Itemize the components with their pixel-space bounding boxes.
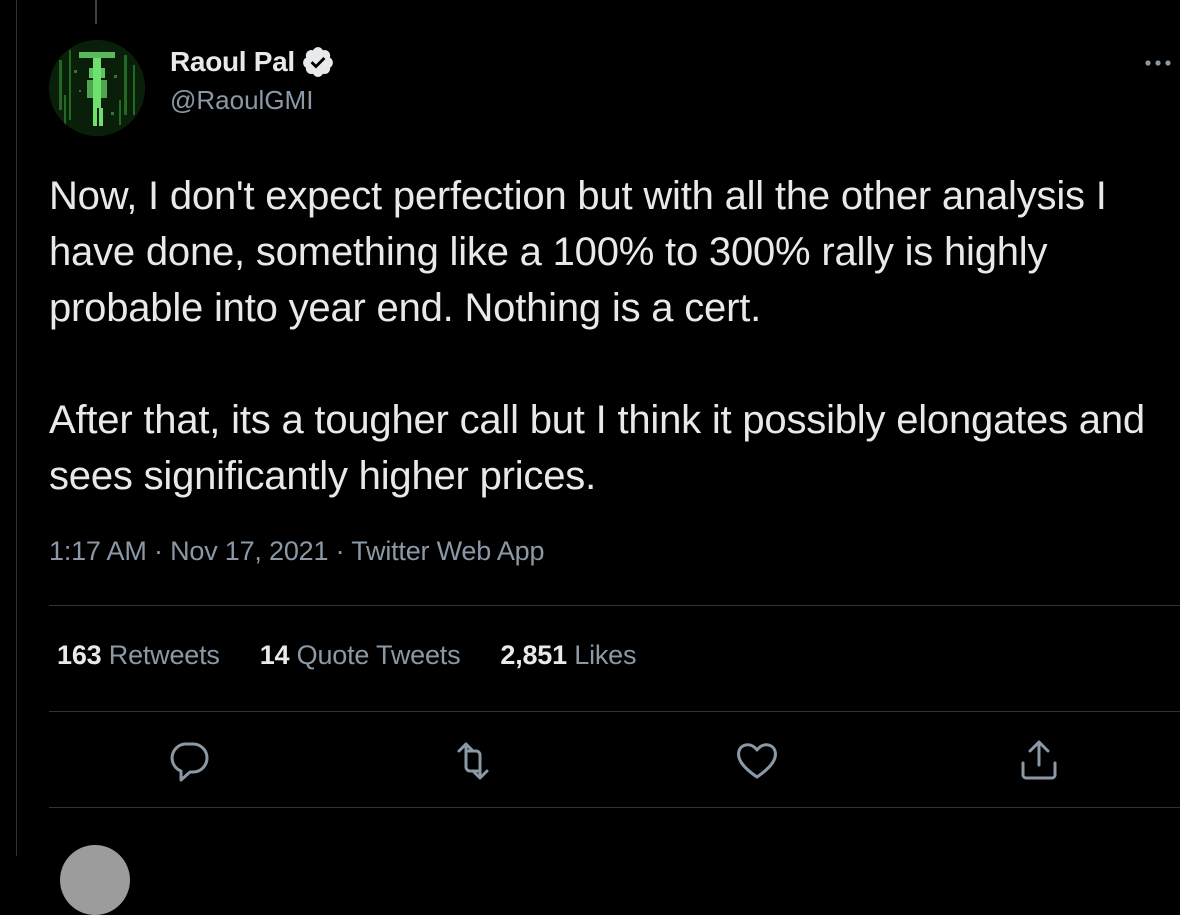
author-avatar[interactable]	[49, 40, 145, 136]
quote-tweets-stat[interactable]: 14 Quote Tweets	[260, 640, 461, 671]
tweet-text: Now, I don't expect perfection but with …	[49, 174, 1145, 498]
retweet-icon[interactable]	[449, 735, 497, 787]
thread-connector-line	[95, 0, 97, 24]
quote-tweets-label: Quote Tweets	[296, 640, 461, 670]
likes-label: Likes	[574, 640, 637, 670]
share-icon[interactable]	[1015, 735, 1063, 787]
tweet-time[interactable]: 1:17 AM	[49, 536, 147, 566]
likes-stat[interactable]: 2,851 Likes	[500, 640, 636, 671]
meta-separator: ·	[328, 536, 352, 566]
meta-separator: ·	[146, 536, 171, 566]
like-icon[interactable]	[733, 735, 781, 787]
tweet-metadata: 1:17 AM · Nov 17, 2021 · Twitter Web App	[49, 536, 545, 567]
divider-top	[49, 605, 1180, 606]
reply-icon[interactable]	[165, 735, 213, 787]
retweets-count: 163	[57, 640, 102, 670]
tweet-actions	[49, 735, 1180, 787]
divider-middle	[49, 711, 1180, 712]
tweet-date[interactable]: Nov 17, 2021	[170, 536, 328, 566]
tweet-stats: 163 Retweets 14 Quote Tweets 2,851 Likes	[57, 640, 676, 671]
timeline-left-border	[16, 0, 17, 856]
retweets-stat[interactable]: 163 Retweets	[57, 640, 220, 671]
quote-tweets-count: 14	[259, 640, 290, 670]
divider-bottom	[49, 807, 1180, 808]
retweets-label: Retweets	[108, 640, 220, 670]
avatar-image	[49, 40, 145, 136]
author-handle[interactable]: @RaoulGMI	[170, 85, 335, 116]
likes-count: 2,851	[500, 640, 567, 670]
display-name-row: Raoul Pal	[170, 44, 335, 80]
verified-badge-icon	[301, 45, 335, 79]
more-options-icon[interactable]	[1140, 52, 1180, 74]
author-info: Raoul Pal @RaoulGMI	[170, 44, 335, 116]
tweet-source[interactable]: Twitter Web App	[351, 536, 544, 566]
author-display-name[interactable]: Raoul Pal	[170, 46, 295, 78]
